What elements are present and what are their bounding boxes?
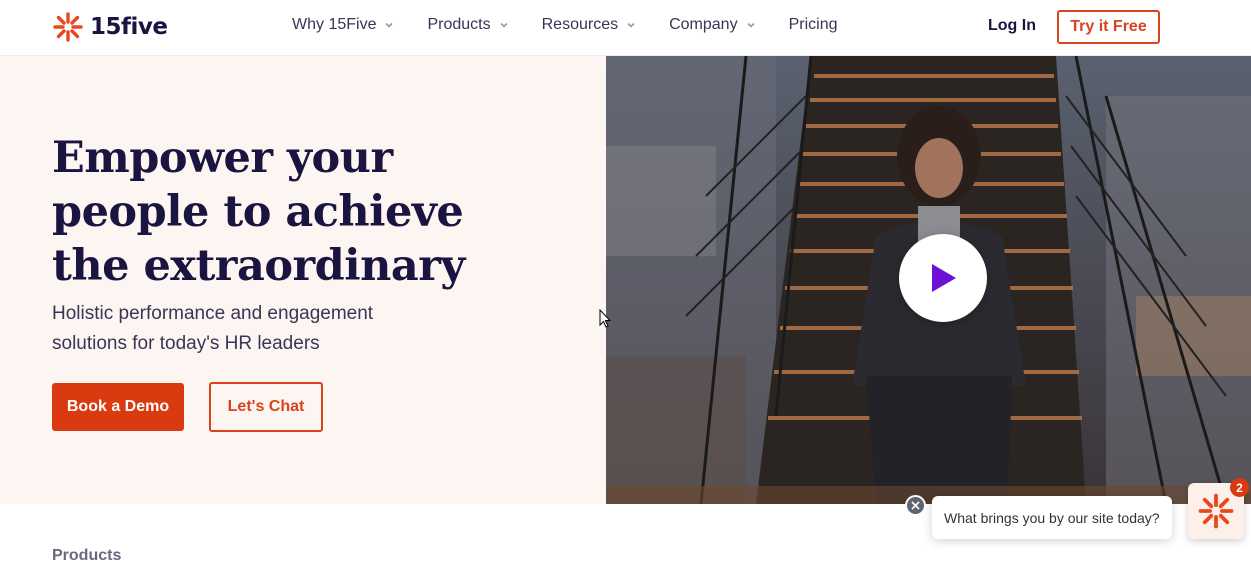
mouse-cursor-icon bbox=[599, 309, 611, 328]
hero-section: Empower your people to achieve the extra… bbox=[0, 56, 606, 504]
try-free-button[interactable]: Try it Free bbox=[1057, 10, 1160, 44]
chevron-down-icon bbox=[500, 22, 508, 28]
nav-label: Company bbox=[669, 16, 738, 33]
hero-title-line: the extraordinary bbox=[52, 241, 465, 291]
login-link[interactable]: Log In bbox=[988, 17, 1036, 35]
site-header: 15five Why 15Five Products Resources Com… bbox=[0, 0, 1251, 56]
hero-subtitle-line: Holistic performance and engagement bbox=[52, 303, 374, 324]
chat-logo-icon bbox=[1198, 493, 1234, 529]
nav-item-pricing[interactable]: Pricing bbox=[789, 16, 838, 34]
nav-label: Products bbox=[427, 16, 491, 33]
hero-video[interactable] bbox=[606, 56, 1251, 504]
nav-label: Pricing bbox=[788, 16, 838, 33]
chat-prompt-bubble[interactable]: What brings you by our site today? bbox=[932, 496, 1172, 539]
hero-title: Empower your people to achieve the extra… bbox=[52, 131, 572, 293]
chat-prompt-text: What brings you by our site today? bbox=[944, 509, 1160, 526]
hero-subtitle: Holistic performance and engagement solu… bbox=[52, 299, 472, 359]
logo-burst-icon bbox=[53, 12, 83, 42]
play-icon bbox=[932, 264, 956, 292]
nav-item-why-15five[interactable]: Why 15Five bbox=[292, 16, 394, 34]
main-nav: Why 15Five Products Resources Company Pr… bbox=[292, 16, 870, 34]
book-demo-button[interactable]: Book a Demo bbox=[52, 383, 184, 431]
nav-label: Why 15Five bbox=[292, 16, 377, 33]
chevron-down-icon bbox=[627, 22, 635, 28]
nav-item-resources[interactable]: Resources bbox=[542, 16, 636, 34]
nav-item-products[interactable]: Products bbox=[427, 16, 508, 34]
hero-subtitle-line: solutions for today's HR leaders bbox=[52, 333, 320, 354]
play-button[interactable] bbox=[899, 234, 987, 322]
nav-item-company[interactable]: Company bbox=[669, 16, 755, 34]
hero-title-line: people to achieve bbox=[52, 187, 464, 237]
chevron-down-icon bbox=[747, 22, 755, 28]
products-section-label: Products bbox=[52, 547, 122, 564]
logo-text: 15five bbox=[90, 14, 168, 40]
lets-chat-button[interactable]: Let's Chat bbox=[209, 382, 323, 432]
chat-notification-badge: 2 bbox=[1230, 478, 1249, 497]
chat-close-button[interactable] bbox=[905, 495, 926, 516]
logo[interactable]: 15five bbox=[52, 11, 168, 43]
nav-label: Resources bbox=[541, 16, 619, 33]
chevron-down-icon bbox=[385, 22, 394, 28]
hero-title-line: Empower your bbox=[52, 133, 393, 183]
close-icon bbox=[911, 501, 920, 510]
